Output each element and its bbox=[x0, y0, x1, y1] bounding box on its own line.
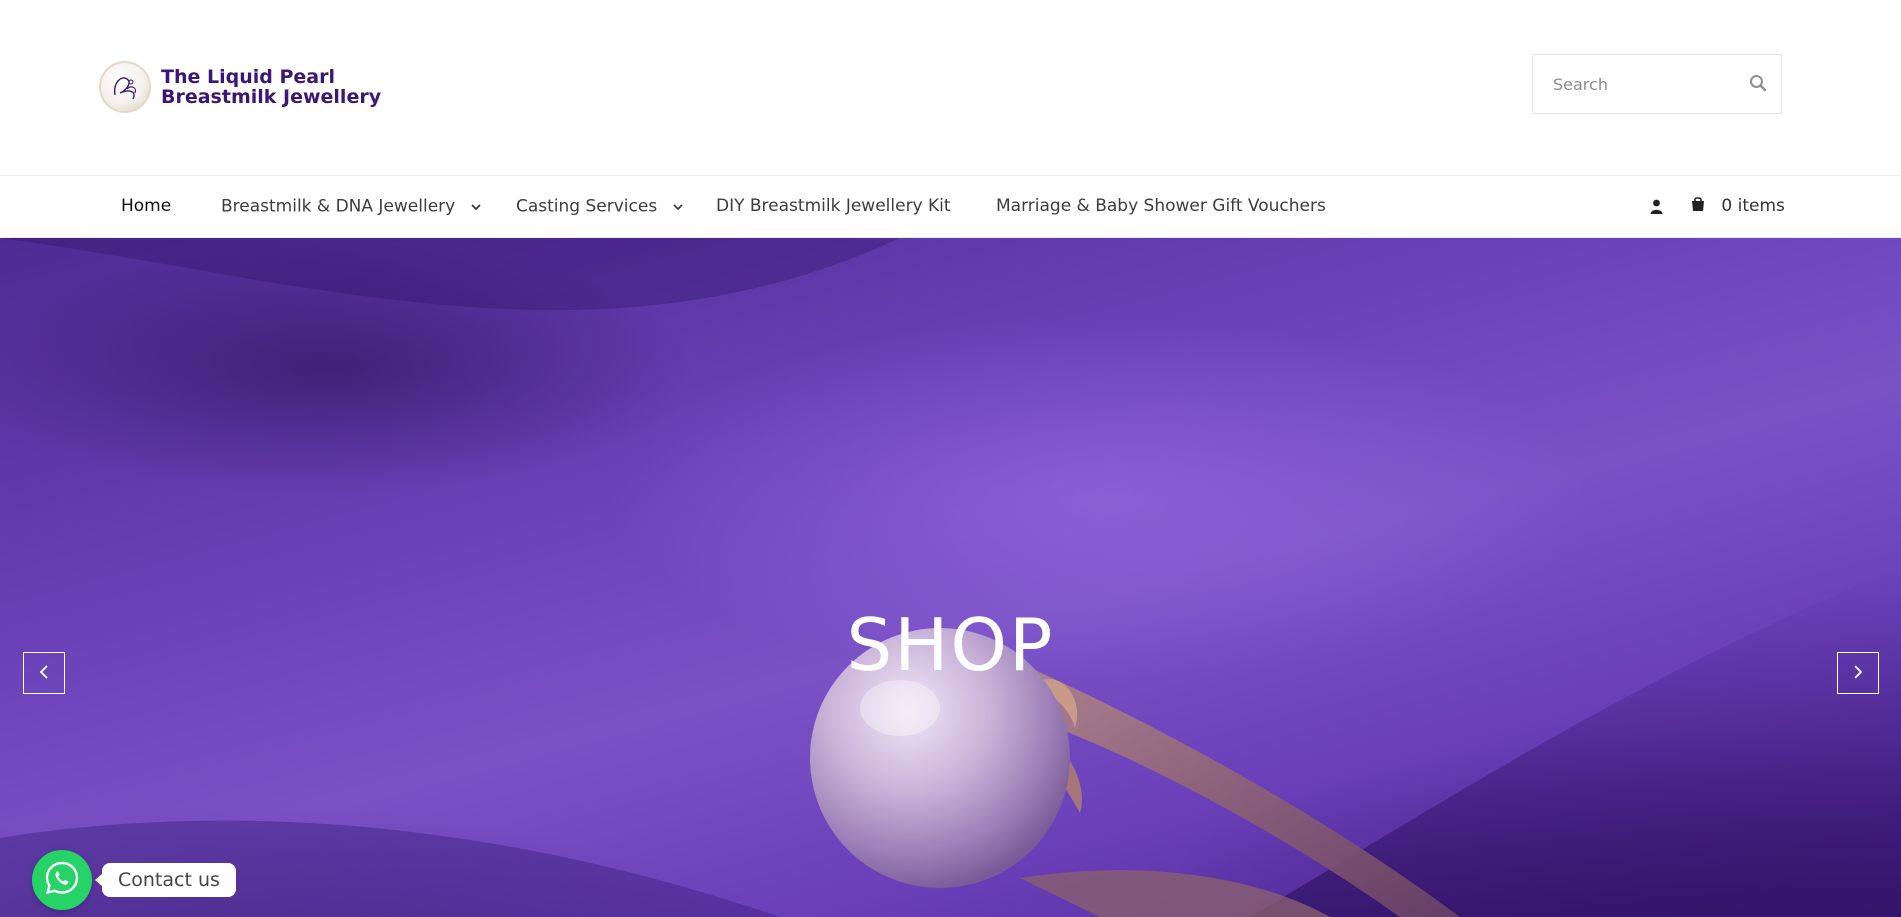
nav-item-label: Breastmilk & DNA Jewellery bbox=[221, 196, 456, 217]
chevron-down-icon bbox=[471, 176, 481, 237]
chevron-down-icon bbox=[673, 176, 683, 237]
hero-title: SHOP bbox=[846, 603, 1055, 687]
whatsapp-contact-label[interactable]: Contact us bbox=[95, 863, 236, 897]
user-icon[interactable] bbox=[1650, 199, 1663, 218]
pearl-logo-icon bbox=[99, 61, 151, 113]
nav-item-gift-vouchers[interactable]: Marriage & Baby Shower Gift Vouchers bbox=[996, 176, 1326, 237]
nav-item-diy-kit[interactable]: DIY Breastmilk Jewellery Kit bbox=[716, 176, 951, 237]
search-input[interactable] bbox=[1533, 55, 1733, 113]
hero-slider: SHOP bbox=[0, 238, 1901, 917]
chevron-left-icon bbox=[39, 664, 49, 683]
brand-name-line2: Breastmilk Jewellery bbox=[161, 86, 382, 108]
whatsapp-button[interactable] bbox=[32, 850, 92, 910]
brand-name-line1: The Liquid Pearl bbox=[161, 66, 335, 88]
site-logo[interactable]: The Liquid Pearl Breastmilk Jewellery bbox=[99, 61, 381, 113]
slider-prev-button[interactable] bbox=[23, 652, 65, 694]
search-icon[interactable] bbox=[1749, 74, 1769, 94]
chevron-right-icon bbox=[1853, 664, 1863, 683]
nav-item-label: Marriage & Baby Shower Gift Vouchers bbox=[996, 196, 1326, 216]
nav-item-casting-services[interactable]: Casting Services bbox=[516, 176, 683, 237]
search-box bbox=[1532, 54, 1782, 114]
nav-item-label: Casting Services bbox=[516, 196, 658, 217]
nav-item-home[interactable]: Home bbox=[121, 176, 171, 237]
nav-item-label: Home bbox=[121, 196, 172, 216]
site-header: The Liquid Pearl Breastmilk Jewellery bbox=[0, 0, 1901, 175]
slider-next-button[interactable] bbox=[1837, 652, 1879, 694]
shopping-bag-icon bbox=[1690, 196, 1721, 216]
whatsapp-icon bbox=[44, 860, 80, 900]
cart-count: 0 items bbox=[1721, 196, 1785, 216]
hero-background-image bbox=[0, 238, 1901, 917]
cart-button[interactable]: 0 items bbox=[1690, 176, 1785, 237]
brand-name: The Liquid Pearl Breastmilk Jewellery bbox=[161, 67, 381, 107]
main-navigation: Home Breastmilk & DNA Jewellery Casting … bbox=[0, 175, 1901, 238]
nav-item-breastmilk-dna-jewellery[interactable]: Breastmilk & DNA Jewellery bbox=[221, 176, 481, 237]
nav-item-label: DIY Breastmilk Jewellery Kit bbox=[716, 196, 951, 216]
